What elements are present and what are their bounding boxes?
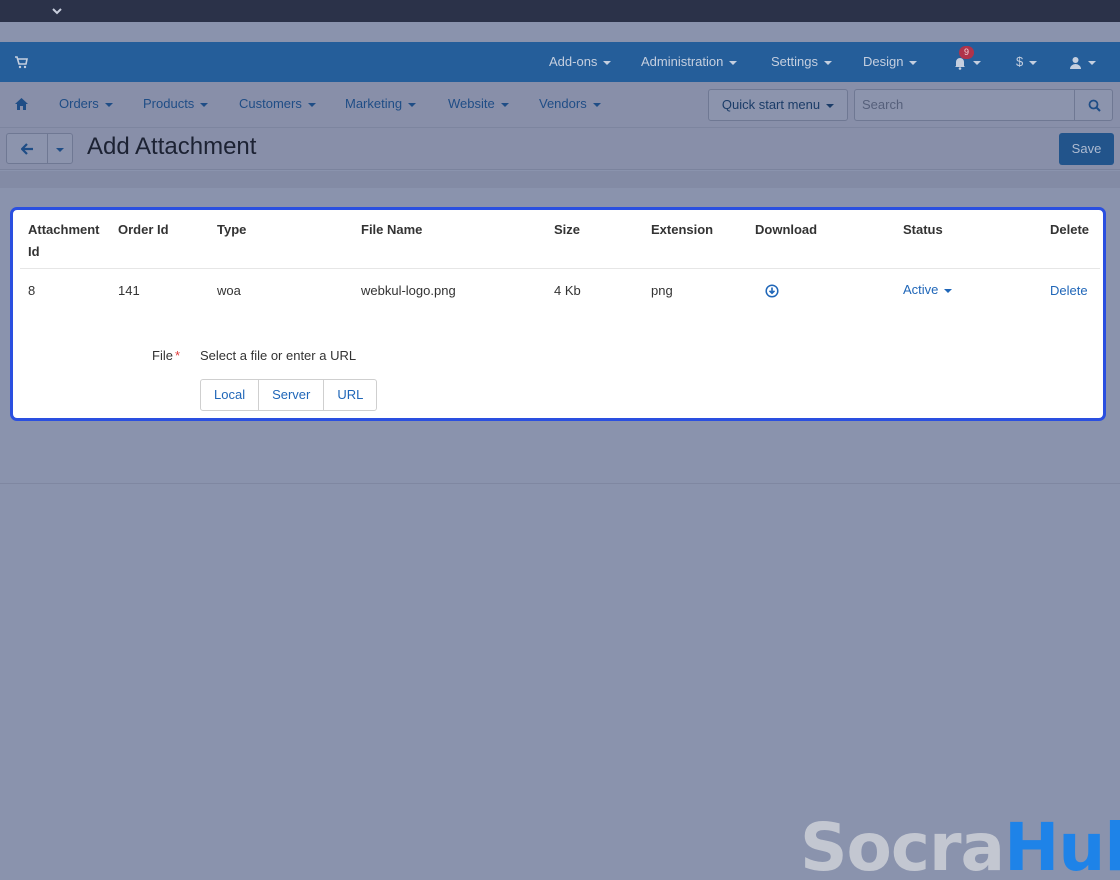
quick-start-menu-button[interactable]: Quick start menu — [708, 89, 848, 121]
page-title: Add Attachment — [87, 133, 257, 160]
attachment-panel: Attachment Id Order Id Type File Name Si… — [10, 207, 1106, 421]
nav-settings-label: Settings — [771, 54, 818, 69]
cart-icon[interactable] — [14, 55, 28, 69]
menu-products[interactable]: Products — [143, 82, 209, 126]
caret-down-icon — [200, 102, 209, 107]
cell-file-name: webkul-logo.png — [361, 283, 456, 298]
currency-label: $ — [1016, 54, 1024, 69]
cell-type: woa — [217, 283, 241, 298]
col-extension: Extension — [651, 222, 714, 237]
server-button[interactable]: Server — [259, 380, 325, 410]
col-download: Download — [755, 222, 818, 237]
caret-down-icon — [823, 60, 832, 65]
nav-administration[interactable]: Administration — [641, 42, 738, 82]
table-divider — [20, 268, 1100, 269]
quick-start-label: Quick start menu — [721, 97, 821, 112]
caret-down-icon — [1029, 60, 1038, 65]
col-status: Status — [903, 222, 943, 237]
cell-size: 4 Kb — [554, 283, 581, 298]
search-icon — [1088, 99, 1101, 112]
menu-products-label: Products — [143, 96, 195, 111]
col-size: Size — [554, 222, 581, 237]
status-dropdown[interactable]: Active — [903, 281, 953, 299]
menu-orders[interactable]: Orders — [59, 82, 113, 126]
menu-customers[interactable]: Customers — [239, 82, 316, 126]
caret-down-icon — [973, 60, 981, 65]
header-divider — [0, 171, 1120, 188]
menu-vendors-label: Vendors — [539, 96, 587, 111]
cell-attachment-id: 8 — [28, 283, 36, 298]
col-attachment-id: Attachment Id — [28, 219, 100, 263]
search-button[interactable] — [1074, 89, 1113, 121]
arrow-left-icon — [21, 143, 33, 155]
watermark-part1: Socra — [800, 809, 1005, 880]
notification-badge: 9 — [959, 46, 974, 59]
caret-down-icon — [500, 102, 509, 107]
cell-extension: png — [651, 283, 673, 298]
back-button[interactable] — [6, 133, 48, 164]
file-field-hint: Select a file or enter a URL — [200, 348, 357, 363]
caret-down-icon — [603, 60, 612, 65]
search-input[interactable]: Search — [854, 89, 1075, 121]
top-strip — [0, 0, 1120, 22]
file-source-buttons: Local Server URL — [200, 379, 378, 411]
caret-down-icon — [408, 102, 417, 107]
user-menu[interactable] — [1069, 42, 1096, 82]
menu-website-label: Website — [448, 96, 495, 111]
menu-marketing-label: Marketing — [345, 96, 403, 111]
delete-link[interactable]: Delete — [1050, 282, 1088, 300]
caret-down-icon — [592, 102, 601, 107]
col-id-label: Id — [28, 244, 40, 259]
file-field-label: File * — [152, 348, 180, 363]
col-file-name: File Name — [361, 222, 423, 237]
caret-down-icon — [104, 102, 113, 107]
nav-administration-label: Administration — [641, 54, 724, 69]
chevron-down-icon[interactable] — [50, 4, 64, 18]
url-button[interactable]: URL — [324, 380, 376, 410]
menu-vendors[interactable]: Vendors — [539, 82, 601, 126]
caret-down-icon — [909, 60, 918, 65]
user-icon — [1070, 57, 1081, 70]
menu-orders-label: Orders — [59, 96, 99, 111]
nav-addons-label: Add-ons — [549, 54, 598, 69]
nav-design-label: Design — [863, 54, 904, 69]
nav-addons[interactable]: Add-ons — [549, 42, 612, 82]
home-icon[interactable] — [14, 97, 29, 111]
caret-down-icon — [56, 147, 64, 152]
col-order-id: Order Id — [118, 222, 169, 237]
nav-design[interactable]: Design — [863, 42, 918, 82]
caret-down-icon — [729, 60, 738, 65]
col-attachment-label: Attachment — [28, 222, 100, 237]
menu-website[interactable]: Website — [448, 82, 509, 126]
required-mark: * — [174, 348, 181, 363]
back-dropdown-button[interactable] — [47, 133, 73, 164]
save-button[interactable]: Save — [1059, 133, 1114, 165]
local-button[interactable]: Local — [201, 380, 260, 410]
file-label-text: File — [152, 348, 173, 363]
nav-settings[interactable]: Settings — [771, 42, 832, 82]
menu-marketing[interactable]: Marketing — [345, 82, 417, 126]
status-label: Active — [903, 282, 939, 297]
cell-order-id: 141 — [118, 283, 140, 298]
watermark-part2: Hub — [1004, 809, 1120, 880]
col-type: Type — [217, 222, 247, 237]
caret-down-icon — [307, 102, 316, 107]
watermark-logo: SocraHub — [800, 808, 1120, 880]
menu-customers-label: Customers — [239, 96, 302, 111]
currency-menu[interactable]: $ — [1016, 42, 1038, 82]
caret-down-icon — [944, 288, 953, 293]
download-icon[interactable] — [765, 284, 779, 298]
main-navbar: Add-ons Administration Settings Design $ — [0, 42, 1120, 82]
col-delete: Delete — [1050, 222, 1090, 237]
overlay-gap — [0, 22, 1120, 42]
caret-down-icon — [826, 103, 835, 108]
caret-down-icon — [1088, 60, 1096, 65]
